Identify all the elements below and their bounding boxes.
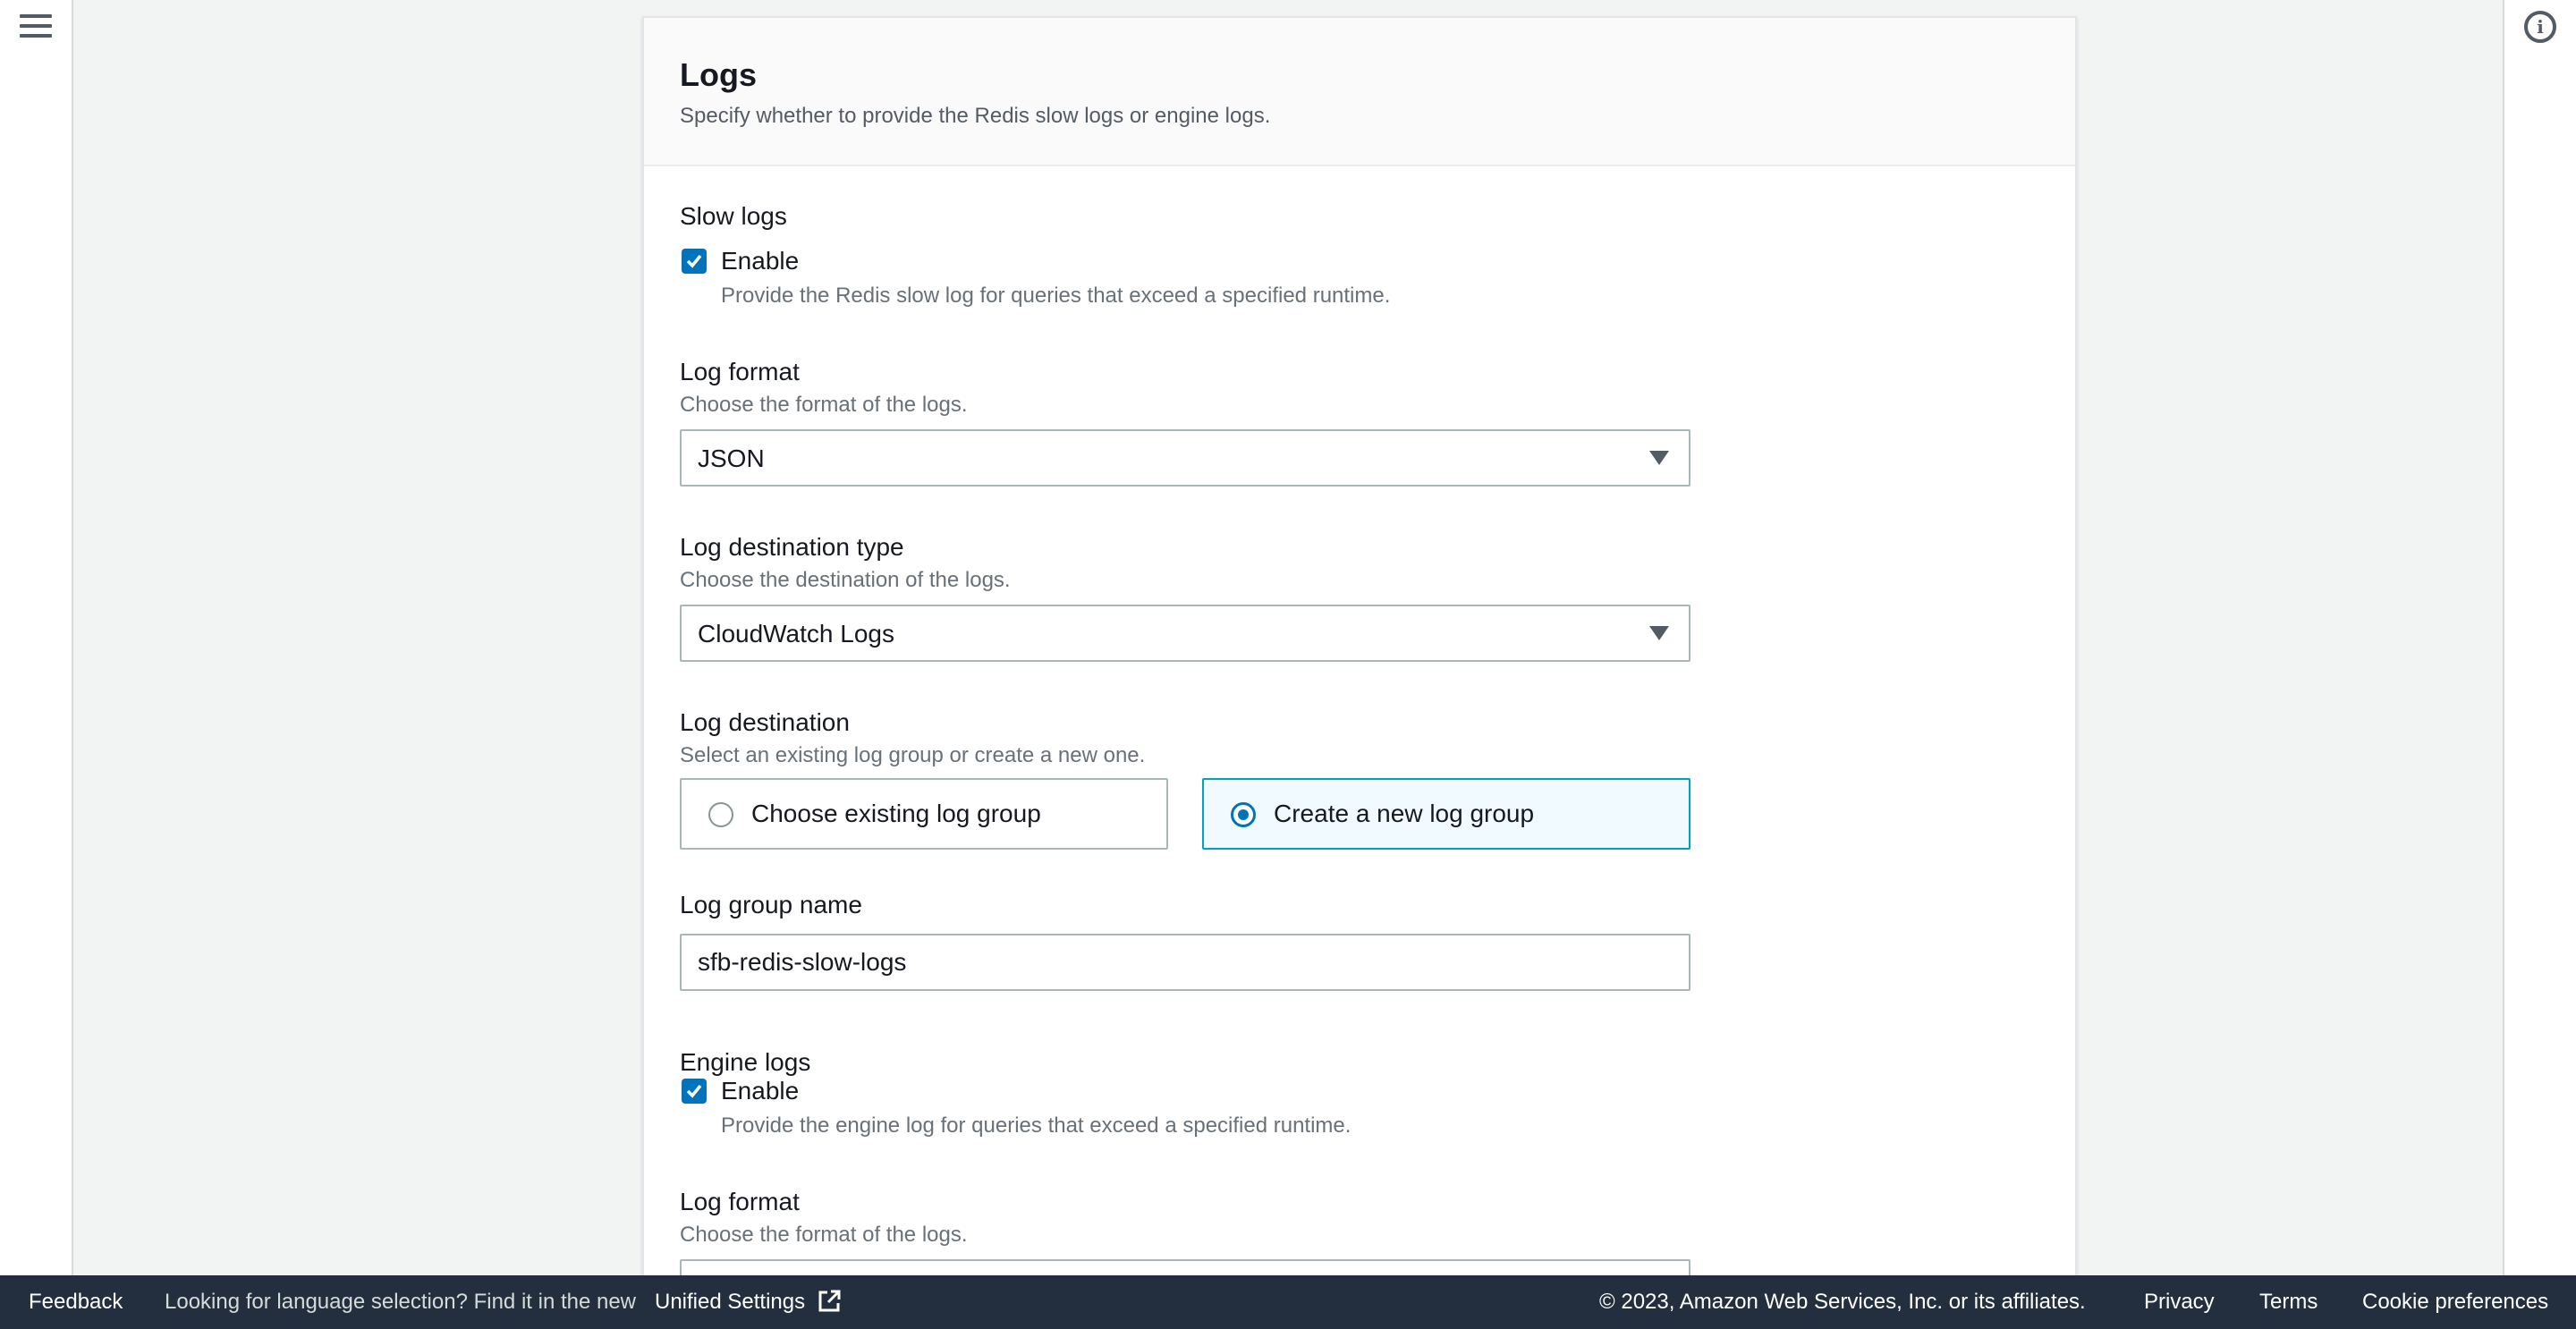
engine-log-format-description: Choose the format of the logs. bbox=[680, 1223, 968, 1247]
logs-panel: Logs Specify whether to provide the Redi… bbox=[642, 16, 2077, 1316]
hamburger-menu-icon[interactable] bbox=[20, 14, 52, 41]
engine-log-format-label: Log format bbox=[680, 1188, 800, 1215]
log-destination-type-value: CloudWatch Logs bbox=[698, 620, 894, 648]
external-link-icon[interactable] bbox=[816, 1288, 843, 1321]
log-destination-description: Select an existing log group or create a… bbox=[680, 743, 1146, 767]
checkmark-icon bbox=[686, 1084, 702, 1098]
language-notice: Looking for language selection? Find it … bbox=[165, 1290, 637, 1314]
navigation-rail bbox=[0, 0, 73, 1275]
engine-logs-description: Provide the engine log for queries that … bbox=[721, 1113, 1352, 1138]
choose-existing-label: Choose existing log group bbox=[751, 800, 1041, 827]
info-icon[interactable]: i bbox=[2524, 11, 2556, 43]
choose-existing-radio[interactable] bbox=[708, 802, 733, 827]
log-destination-label: Log destination bbox=[680, 708, 850, 736]
tools-rail: i bbox=[2503, 0, 2576, 1275]
log-format-value: JSON bbox=[698, 444, 765, 472]
checkmark-icon bbox=[686, 254, 702, 268]
feedback-link[interactable]: Feedback bbox=[29, 1290, 123, 1315]
logs-description: Specify whether to provide the Redis slo… bbox=[680, 104, 1271, 128]
logs-title: Logs bbox=[680, 56, 757, 93]
unified-settings-link[interactable]: Unified Settings bbox=[655, 1290, 805, 1315]
caret-down-icon bbox=[1649, 626, 1669, 640]
logs-panel-header: Logs Specify whether to provide the Redi… bbox=[644, 18, 2075, 166]
choose-existing-log-group-tile[interactable]: Choose existing log group bbox=[680, 778, 1168, 850]
privacy-link[interactable]: Privacy bbox=[2144, 1290, 2215, 1315]
log-group-name-input[interactable] bbox=[680, 934, 1690, 991]
log-format-label: Log format bbox=[680, 358, 800, 385]
cookie-preferences-link[interactable]: Cookie preferences bbox=[2362, 1290, 2548, 1315]
log-destination-type-description: Choose the destination of the logs. bbox=[680, 568, 1011, 592]
log-group-name-label: Log group name bbox=[680, 891, 862, 918]
slow-logs-label: Slow logs bbox=[680, 202, 787, 230]
log-format-description: Choose the format of the logs. bbox=[680, 393, 968, 417]
caret-down-icon bbox=[1649, 451, 1669, 465]
engine-logs-enable-checkbox[interactable] bbox=[682, 1079, 707, 1104]
console-footer: Feedback Looking for language selection?… bbox=[0, 1275, 2576, 1329]
slow-logs-enable-checkbox[interactable] bbox=[682, 249, 707, 274]
terms-link[interactable]: Terms bbox=[2259, 1290, 2318, 1315]
log-destination-type-select[interactable]: CloudWatch Logs bbox=[680, 605, 1690, 662]
create-new-radio[interactable] bbox=[1231, 802, 1256, 827]
create-new-log-group-tile[interactable]: Create a new log group bbox=[1202, 778, 1690, 850]
copyright: © 2023, Amazon Web Services, Inc. or its… bbox=[1599, 1290, 2086, 1314]
engine-logs-enable-label[interactable]: Enable bbox=[721, 1075, 799, 1107]
create-new-label: Create a new log group bbox=[1274, 800, 1535, 827]
slow-logs-description: Provide the Redis slow log for queries t… bbox=[721, 284, 1391, 308]
log-format-select[interactable]: JSON bbox=[680, 429, 1690, 487]
slow-logs-enable-label[interactable]: Enable bbox=[721, 245, 799, 277]
log-destination-type-label: Log destination type bbox=[680, 533, 904, 561]
engine-logs-label: Engine logs bbox=[680, 1048, 811, 1076]
